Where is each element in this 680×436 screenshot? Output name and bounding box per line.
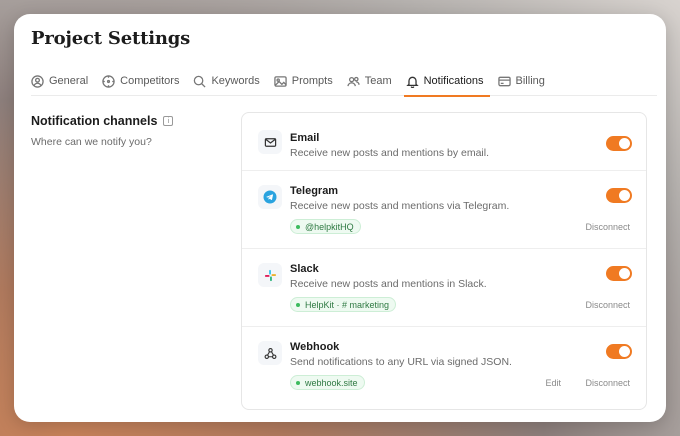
tab-prompts[interactable]: Prompts <box>274 66 339 96</box>
section-subtitle: Where can we notify you? <box>31 136 152 148</box>
channel-name: Telegram <box>290 185 339 197</box>
connection-label: webhook.site <box>305 377 358 388</box>
tab-label: Competitors <box>120 75 180 87</box>
disconnect-button[interactable]: Disconnect <box>585 300 630 310</box>
connection-badge: @helpkitHQ <box>290 219 361 234</box>
channel-email: Email Receive new posts and mentions by … <box>242 113 646 170</box>
channel-description: Receive new posts and mentions in Slack. <box>290 278 487 290</box>
tab-team[interactable]: Team <box>346 66 398 96</box>
channel-telegram: Telegram Receive new posts and mentions … <box>242 170 646 248</box>
telegram-toggle[interactable] <box>606 188 632 203</box>
tab-keywords[interactable]: Keywords <box>193 66 265 96</box>
user-circle-icon <box>31 74 44 88</box>
bell-icon <box>405 76 419 88</box>
telegram-icon <box>258 185 282 209</box>
tab-billing[interactable]: Billing <box>497 66 551 96</box>
tab-label: Keywords <box>211 75 260 87</box>
status-dot <box>296 380 300 385</box>
channels-card: Email Receive new posts and mentions by … <box>241 112 647 410</box>
search-icon <box>194 75 206 88</box>
mail-icon <box>258 130 282 154</box>
email-toggle[interactable] <box>606 136 632 151</box>
tab-label: Team <box>364 75 392 87</box>
slack-toggle[interactable] <box>606 266 632 281</box>
connection-badge: webhook.site <box>290 375 365 390</box>
status-dot <box>296 302 300 307</box>
section-title-text: Notification channels <box>31 114 158 128</box>
tab-bar: General Competitors Keywords Prompts Tea… <box>31 66 657 97</box>
webhook-icon <box>258 341 282 365</box>
info-icon[interactable]: i <box>163 116 174 126</box>
connection-label: @helpkitHQ <box>305 221 354 232</box>
connection-badge: HelpKit · # marketing <box>290 297 397 312</box>
users-icon <box>346 76 360 86</box>
credit-card-icon <box>497 76 511 86</box>
tab-label: Notifications <box>423 75 484 87</box>
channel-name: Webhook <box>290 341 340 353</box>
tab-label: Prompts <box>291 75 333 87</box>
disconnect-button[interactable]: Disconnect <box>585 222 630 232</box>
page-title: Project Settings <box>31 28 191 49</box>
channel-description: Receive new posts and mentions by email. <box>290 147 490 159</box>
tab-label: General <box>49 75 89 87</box>
connection-label: HelpKit · # marketing <box>305 299 390 310</box>
section-title: Notification channels i <box>31 114 174 128</box>
channel-name: Email <box>290 132 320 144</box>
status-dot <box>296 224 300 229</box>
channel-name: Slack <box>290 263 319 275</box>
target-icon <box>102 74 115 88</box>
channel-description: Send notifications to any URL via signed… <box>290 356 512 368</box>
channel-slack: Slack Receive new posts and mentions in … <box>242 248 646 326</box>
webhook-toggle[interactable] <box>606 344 632 359</box>
tab-general[interactable]: General <box>31 66 94 96</box>
slack-icon <box>258 263 282 287</box>
tab-competitors[interactable]: Competitors <box>102 66 185 96</box>
edit-button[interactable]: Edit <box>545 378 561 388</box>
settings-window: Project Settings General Competitors Key… <box>14 14 666 422</box>
channel-webhook: Webhook Send notifications to any URL vi… <box>242 326 646 410</box>
tab-label: Billing <box>515 75 545 87</box>
tab-notifications[interactable]: Notifications <box>403 66 490 97</box>
disconnect-button[interactable]: Disconnect <box>585 378 630 388</box>
image-icon <box>274 75 287 87</box>
channel-description: Receive new posts and mentions via Teleg… <box>290 200 510 212</box>
